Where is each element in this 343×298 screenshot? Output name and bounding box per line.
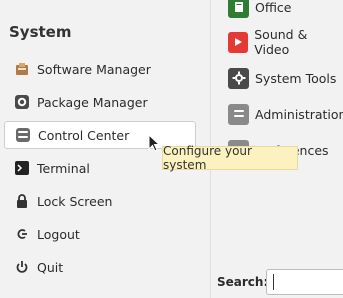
mouse-cursor-icon: [148, 134, 161, 152]
category-title: System: [9, 23, 72, 41]
category-label: System Tools: [255, 70, 337, 86]
category-office[interactable]: Office: [228, 0, 292, 20]
search-input[interactable]: [266, 269, 343, 295]
category-administration[interactable]: Administration: [228, 101, 343, 127]
control-center-icon: [15, 127, 31, 143]
menu-item-software-manager[interactable]: Software Manager: [4, 55, 196, 83]
terminal-icon: [14, 160, 30, 176]
menu-item-label: Quit: [37, 259, 64, 275]
power-icon: [14, 259, 30, 275]
category-label: Administration: [255, 106, 343, 122]
menu-item-lock-screen[interactable]: Lock Screen: [4, 187, 196, 215]
menu-item-label: Lock Screen: [37, 193, 113, 209]
menu-item-package-manager[interactable]: Package Manager: [4, 88, 196, 116]
lock-icon: [14, 193, 30, 209]
category-label: Office: [255, 0, 292, 15]
package-manager-icon: [14, 94, 30, 110]
system-tools-icon: [228, 67, 249, 89]
tooltip: Configure your system: [162, 144, 298, 172]
menu-item-label: Control Center: [38, 127, 130, 143]
menu-item-quit[interactable]: Quit: [4, 253, 196, 281]
text-caret: [273, 274, 274, 290]
search-label: Search:: [217, 275, 269, 289]
menu-item-label: Logout: [37, 226, 80, 242]
software-manager-icon: [14, 61, 30, 77]
play-icon: [228, 31, 249, 53]
menu-item-logout[interactable]: Logout: [4, 220, 196, 248]
administration-icon: [228, 103, 249, 125]
category-label: Sound & Video: [254, 27, 308, 57]
category-system-tools[interactable]: System Tools: [228, 65, 336, 91]
category-sound-video[interactable]: Sound & Video: [228, 27, 343, 57]
menu-item-label: Terminal: [37, 160, 90, 176]
menu-item-label: Package Manager: [37, 94, 148, 110]
menu-item-label: Software Manager: [37, 61, 151, 77]
logout-icon: [14, 226, 30, 242]
office-icon: [228, 0, 249, 18]
